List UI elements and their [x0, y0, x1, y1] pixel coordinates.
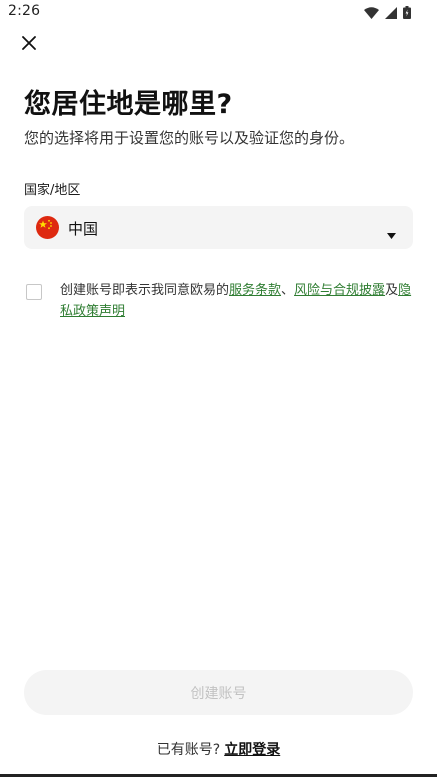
terms-of-service-link[interactable]: 服务条款	[229, 283, 281, 298]
consent-prefix: 创建账号即表示我同意欧易的	[60, 283, 230, 298]
login-row: 已有账号? 立即登录	[0, 739, 437, 759]
login-prompt: 已有账号?	[156, 742, 221, 758]
page-subtitle: 您的选择将用于设置您的账号以及验证您的身份。	[24, 129, 355, 147]
caret-down-icon	[387, 224, 396, 239]
create-account-button[interactable]: 创建账号	[24, 670, 413, 715]
login-link[interactable]: 立即登录	[224, 742, 280, 758]
wifi-icon	[364, 4, 379, 23]
close-icon	[22, 35, 36, 54]
consent-checkbox[interactable]	[26, 284, 42, 300]
consent-text: 创建账号即表示我同意欧易的服务条款、风险与合规披露及隐私政策声明	[60, 280, 417, 322]
cell-signal-icon	[385, 4, 397, 23]
consent-separator: 、	[281, 283, 295, 298]
status-icons	[364, 4, 411, 23]
china-flag-icon	[36, 216, 59, 239]
close-button[interactable]	[18, 33, 40, 55]
status-time: 2:26	[8, 3, 41, 19]
risk-disclosure-link[interactable]: 风险与合规披露	[294, 283, 385, 298]
country-field-label: 国家/地区	[24, 183, 81, 198]
battery-icon	[403, 4, 411, 23]
page-title: 您居住地是哪里?	[24, 89, 233, 120]
country-selected-value: 中国	[68, 220, 99, 238]
consent-conjunction: 及	[385, 283, 399, 298]
status-bar: 2:26	[0, 0, 437, 24]
country-select[interactable]: 中国	[24, 206, 413, 249]
